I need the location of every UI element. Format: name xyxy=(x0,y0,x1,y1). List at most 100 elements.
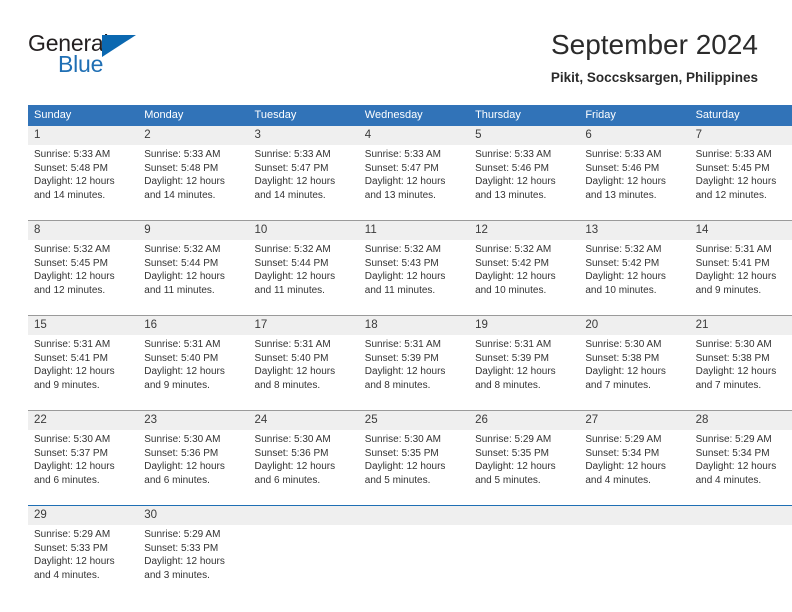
daylight-text-cont: and 3 minutes. xyxy=(144,569,210,581)
sunrise-text: Sunrise: 5:30 AM xyxy=(364,434,441,445)
day-cell[interactable]: Sunrise: 5:33 AM Sunset: 5:48 PM Dayligh… xyxy=(138,145,249,220)
day-number[interactable]: 14 xyxy=(689,221,792,240)
sunset-text: Sunset: 5:44 PM xyxy=(144,257,219,269)
day-cell[interactable]: Sunrise: 5:33 AM Sunset: 5:47 PM Dayligh… xyxy=(358,145,470,220)
day-number[interactable]: 5 xyxy=(469,126,580,145)
sunrise-text: Sunrise: 5:33 AM xyxy=(254,149,331,160)
sunrise-text: Sunrise: 5:32 AM xyxy=(144,244,221,255)
day-number[interactable]: 18 xyxy=(358,316,470,335)
day-number[interactable]: 19 xyxy=(469,316,580,335)
sunset-text: Sunset: 5:34 PM xyxy=(585,447,660,459)
day-cell[interactable]: Sunrise: 5:29 AM Sunset: 5:33 PM Dayligh… xyxy=(28,525,139,600)
day-number[interactable]: 7 xyxy=(689,126,792,145)
day-cell[interactable]: Sunrise: 5:31 AM Sunset: 5:39 PM Dayligh… xyxy=(469,335,580,410)
sunset-text: Sunset: 5:37 PM xyxy=(34,447,108,459)
day-number-empty xyxy=(358,506,470,525)
day-number-empty xyxy=(248,506,359,525)
day-cell[interactable]: Sunrise: 5:32 AM Sunset: 5:42 PM Dayligh… xyxy=(579,240,690,315)
day-number[interactable]: 16 xyxy=(138,316,249,335)
day-number[interactable]: 29 xyxy=(28,506,139,525)
daylight-text-cont: and 6 minutes. xyxy=(144,474,210,486)
day-cell[interactable]: Sunrise: 5:30 AM Sunset: 5:36 PM Dayligh… xyxy=(248,430,359,505)
day-cell[interactable]: Sunrise: 5:32 AM Sunset: 5:43 PM Dayligh… xyxy=(358,240,470,315)
day-number[interactable]: 27 xyxy=(579,411,690,430)
daylight-text-cont: and 8 minutes. xyxy=(254,379,321,391)
day-number[interactable]: 26 xyxy=(469,411,580,430)
daylight-text-cont: and 5 minutes. xyxy=(475,474,541,486)
day-cell[interactable]: Sunrise: 5:29 AM Sunset: 5:33 PM Dayligh… xyxy=(138,525,249,600)
day-number[interactable]: 15 xyxy=(28,316,139,335)
week-details-row: Sunrise: 5:31 AM Sunset: 5:41 PM Dayligh… xyxy=(28,335,792,410)
day-cell[interactable]: Sunrise: 5:33 AM Sunset: 5:46 PM Dayligh… xyxy=(469,145,580,220)
day-number[interactable]: 6 xyxy=(579,126,690,145)
sunset-text: Sunset: 5:38 PM xyxy=(585,352,660,364)
sunset-text: Sunset: 5:35 PM xyxy=(364,447,439,459)
daylight-text-cont: and 11 minutes. xyxy=(144,284,215,296)
day-number[interactable]: 22 xyxy=(28,411,139,430)
daylight-text-cont: and 10 minutes. xyxy=(585,284,657,296)
day-number-empty xyxy=(469,506,580,525)
daylight-text: Daylight: 12 hours xyxy=(254,271,336,283)
day-number[interactable]: 1 xyxy=(28,126,139,145)
day-number[interactable]: 3 xyxy=(248,126,359,145)
weekday-header-tuesday: Tuesday xyxy=(248,105,359,126)
generalblue-logo[interactable]: General Blue xyxy=(28,30,228,90)
day-cell[interactable]: Sunrise: 5:31 AM Sunset: 5:40 PM Dayligh… xyxy=(248,335,359,410)
day-cell[interactable]: Sunrise: 5:30 AM Sunset: 5:35 PM Dayligh… xyxy=(358,430,470,505)
sunrise-text: Sunrise: 5:29 AM xyxy=(34,529,111,540)
day-cell[interactable]: Sunrise: 5:32 AM Sunset: 5:44 PM Dayligh… xyxy=(248,240,359,315)
day-cell[interactable]: Sunrise: 5:33 AM Sunset: 5:47 PM Dayligh… xyxy=(248,145,359,220)
day-number[interactable]: 2 xyxy=(138,126,249,145)
day-cell[interactable]: Sunrise: 5:31 AM Sunset: 5:39 PM Dayligh… xyxy=(358,335,470,410)
sunset-text: Sunset: 5:46 PM xyxy=(585,162,660,174)
sunrise-text: Sunrise: 5:31 AM xyxy=(254,339,331,350)
weekday-header-thursday: Thursday xyxy=(469,105,580,126)
day-number[interactable]: 23 xyxy=(138,411,249,430)
day-cell[interactable]: Sunrise: 5:32 AM Sunset: 5:44 PM Dayligh… xyxy=(138,240,249,315)
day-number[interactable]: 20 xyxy=(579,316,690,335)
day-number[interactable]: 21 xyxy=(689,316,792,335)
day-cell[interactable]: Sunrise: 5:29 AM Sunset: 5:35 PM Dayligh… xyxy=(469,430,580,505)
day-cell[interactable]: Sunrise: 5:31 AM Sunset: 5:41 PM Dayligh… xyxy=(689,240,792,315)
day-cell[interactable]: Sunrise: 5:30 AM Sunset: 5:38 PM Dayligh… xyxy=(689,335,792,410)
sunrise-text: Sunrise: 5:33 AM xyxy=(585,149,662,160)
day-number[interactable]: 25 xyxy=(358,411,470,430)
sunset-text: Sunset: 5:44 PM xyxy=(254,257,329,269)
day-cell[interactable]: Sunrise: 5:32 AM Sunset: 5:45 PM Dayligh… xyxy=(28,240,139,315)
day-cell[interactable]: Sunrise: 5:29 AM Sunset: 5:34 PM Dayligh… xyxy=(579,430,690,505)
daylight-text: Daylight: 12 hours xyxy=(144,461,225,473)
week-daynumbers-row: 8 9 10 11 12 13 14 xyxy=(28,221,792,240)
day-number[interactable]: 8 xyxy=(28,221,139,240)
day-cell[interactable]: Sunrise: 5:30 AM Sunset: 5:37 PM Dayligh… xyxy=(28,430,139,505)
day-cell[interactable]: Sunrise: 5:33 AM Sunset: 5:46 PM Dayligh… xyxy=(579,145,690,220)
day-number[interactable]: 10 xyxy=(248,221,359,240)
title-block: September 2024 Pikit, Soccsksargen, Phil… xyxy=(551,28,758,88)
day-number[interactable]: 24 xyxy=(248,411,359,430)
day-cell[interactable]: Sunrise: 5:29 AM Sunset: 5:34 PM Dayligh… xyxy=(689,430,792,505)
day-cell[interactable]: Sunrise: 5:31 AM Sunset: 5:40 PM Dayligh… xyxy=(138,335,249,410)
week-daynumbers-row: 1 2 3 4 5 6 7 xyxy=(28,126,792,145)
weekday-header-monday: Monday xyxy=(138,105,249,126)
daylight-text-cont: and 4 minutes. xyxy=(585,474,651,486)
calendar-page: General Blue September 2024 Pikit, Soccs… xyxy=(0,0,792,612)
day-number[interactable]: 4 xyxy=(358,126,470,145)
day-number[interactable]: 30 xyxy=(138,506,249,525)
sunset-text: Sunset: 5:42 PM xyxy=(585,257,660,269)
day-cell[interactable]: Sunrise: 5:33 AM Sunset: 5:45 PM Dayligh… xyxy=(689,145,792,220)
sunrise-text: Sunrise: 5:33 AM xyxy=(475,149,552,160)
daylight-text: Daylight: 12 hours xyxy=(34,271,115,283)
day-cell[interactable]: Sunrise: 5:30 AM Sunset: 5:36 PM Dayligh… xyxy=(138,430,249,505)
sunrise-text: Sunrise: 5:31 AM xyxy=(34,339,111,350)
day-number[interactable]: 11 xyxy=(358,221,470,240)
day-number[interactable]: 12 xyxy=(469,221,580,240)
day-cell[interactable]: Sunrise: 5:30 AM Sunset: 5:38 PM Dayligh… xyxy=(579,335,690,410)
day-number[interactable]: 28 xyxy=(689,411,792,430)
week-details-row: Sunrise: 5:33 AM Sunset: 5:48 PM Dayligh… xyxy=(28,145,792,220)
day-cell[interactable]: Sunrise: 5:32 AM Sunset: 5:42 PM Dayligh… xyxy=(469,240,580,315)
day-number[interactable]: 13 xyxy=(579,221,690,240)
day-number[interactable]: 17 xyxy=(248,316,359,335)
day-cell[interactable]: Sunrise: 5:31 AM Sunset: 5:41 PM Dayligh… xyxy=(28,335,139,410)
weekday-header-sunday: Sunday xyxy=(28,105,139,126)
day-number[interactable]: 9 xyxy=(138,221,249,240)
day-cell[interactable]: Sunrise: 5:33 AM Sunset: 5:48 PM Dayligh… xyxy=(28,145,139,220)
